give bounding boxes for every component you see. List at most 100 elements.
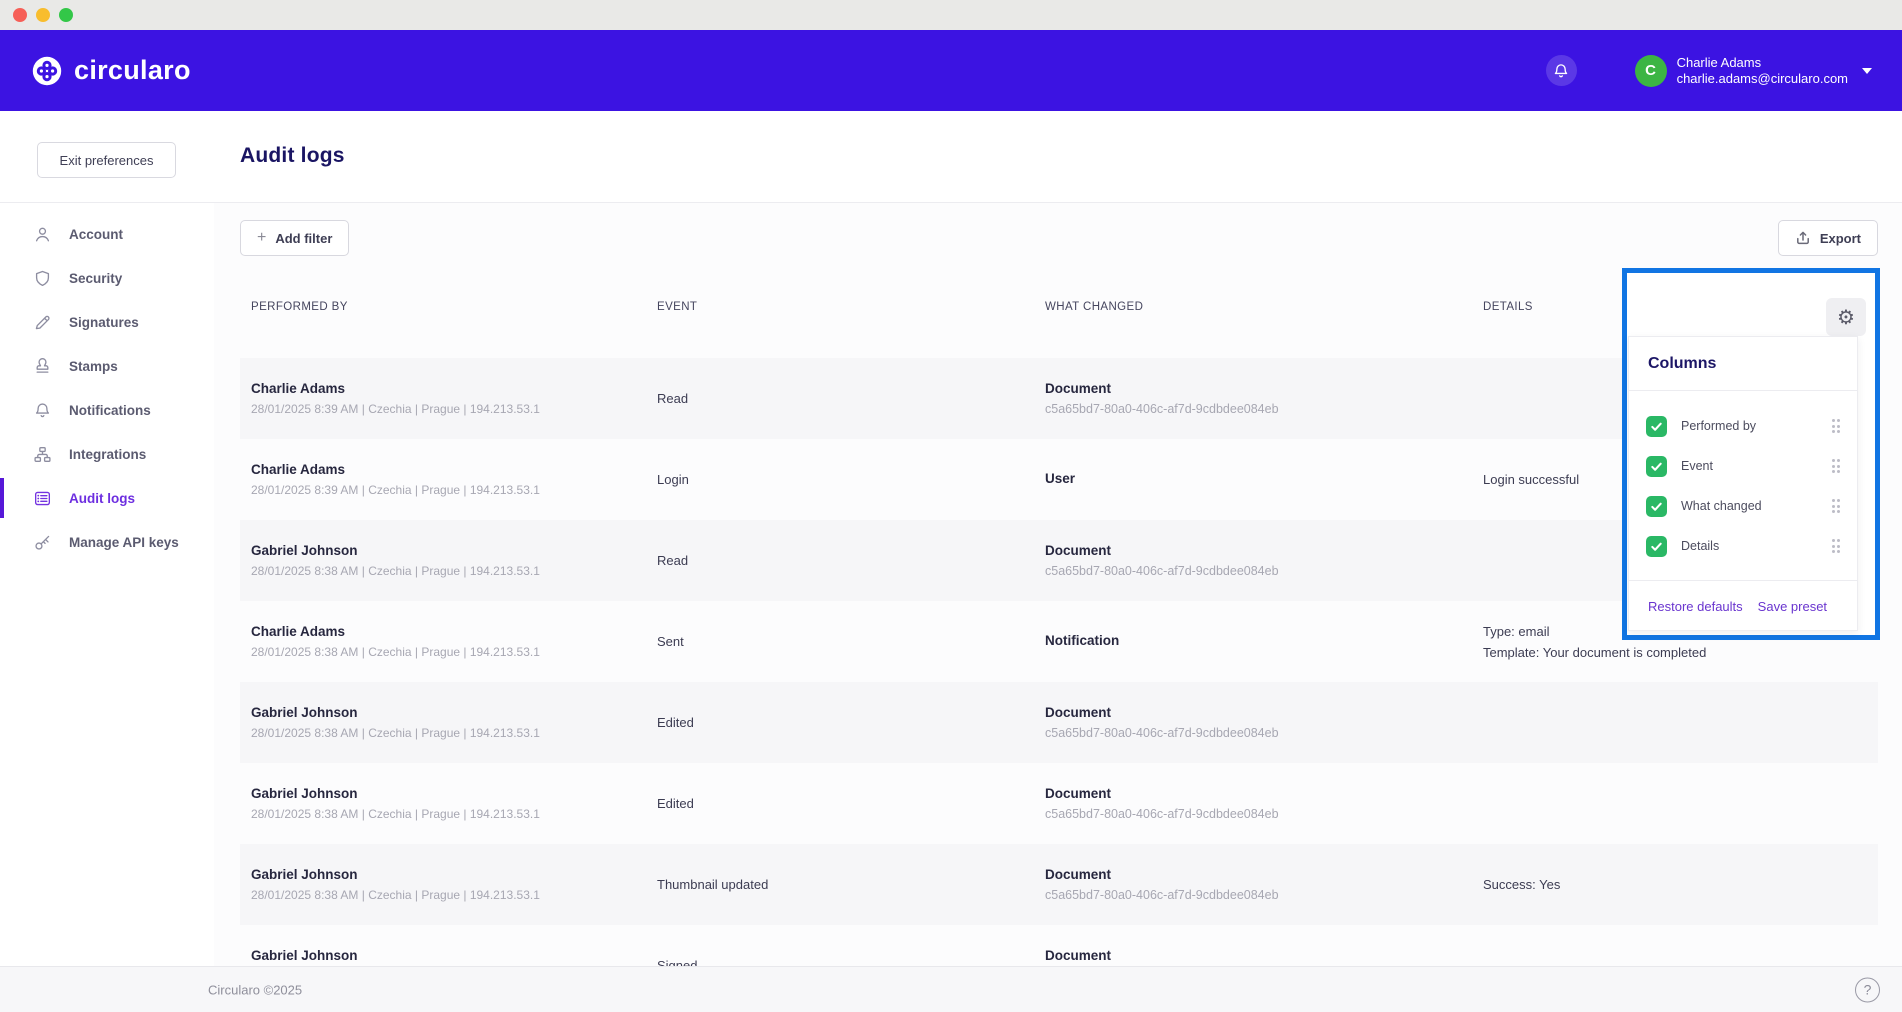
add-filter-label: Add filter — [275, 231, 332, 246]
column-toggle-performed-by: Performed by — [1629, 406, 1857, 446]
bell-icon — [33, 401, 52, 420]
drag-handle-icon[interactable] — [1832, 419, 1841, 433]
column-toggle-event: Event — [1629, 446, 1857, 486]
table-row: Gabriel Johnson 28/01/2025 8:38 AM | Cze… — [240, 763, 1878, 844]
performer-meta: 28/01/2025 8:38 AM | Czechia | Prague | … — [251, 725, 657, 742]
changed-type: Document — [1045, 946, 1480, 965]
column-toggle-details: Details — [1629, 526, 1857, 566]
details-line: Success: Yes — [1483, 874, 1878, 895]
cell-what-changed: Document c5a65bd7-80a0-406c-af7d-9cdbdee… — [1045, 763, 1480, 844]
cell-what-changed: Notification — [1045, 601, 1480, 682]
maximize-window-button[interactable] — [59, 8, 73, 22]
app-header: circularo C Charlie Adams charlie.adams@… — [0, 30, 1902, 111]
cell-what-changed: Document c5a65bd7-80a0-406c-af7d-9cdbdee… — [1045, 682, 1480, 763]
cell-event: Sent — [657, 601, 1045, 682]
minimize-window-button[interactable] — [36, 8, 50, 22]
performer-name: Gabriel Johnson — [251, 946, 657, 965]
performer-meta: 28/01/2025 8:38 AM | Czechia | Prague | … — [251, 563, 657, 580]
sidebar-item-account[interactable]: Account — [0, 212, 214, 256]
sidebar-item-audit-logs[interactable]: Audit logs — [0, 476, 214, 520]
preferences-sidebar: Exit preferences Account Security — [0, 111, 215, 967]
checkbox-checked[interactable] — [1646, 456, 1667, 477]
cell-event: Signed — [657, 925, 1045, 967]
user-info: Charlie Adams charlie.adams@circularo.co… — [1677, 55, 1848, 87]
question-mark-icon: ? — [1864, 982, 1872, 998]
cell-event: Edited — [657, 682, 1045, 763]
performer-name: Gabriel Johnson — [251, 703, 657, 722]
circularo-logo-icon — [32, 56, 62, 86]
cell-what-changed: Document c5a65bd7-80a0-406c-af7d-9cdbdee… — [1045, 358, 1480, 439]
event-label: Edited — [657, 713, 1045, 732]
close-window-button[interactable] — [13, 8, 27, 22]
notifications-bell-button[interactable] — [1546, 55, 1577, 86]
restore-defaults-link[interactable]: Restore defaults — [1648, 599, 1743, 614]
popover-actions: Restore defaults Save preset — [1629, 581, 1857, 632]
column-settings-button[interactable]: ⚙ — [1826, 298, 1866, 336]
details-line: Template: Your document is completed — [1483, 642, 1878, 663]
checkmark-icon — [1650, 420, 1663, 433]
checkbox-checked[interactable] — [1646, 536, 1667, 557]
user-icon — [33, 225, 52, 244]
exit-preferences-button[interactable]: Exit preferences — [37, 142, 176, 178]
performer-name: Gabriel Johnson — [251, 784, 657, 803]
sidebar-item-stamps[interactable]: Stamps — [0, 344, 214, 388]
export-button[interactable]: Export — [1778, 220, 1878, 256]
copyright-text: Circularo ©2025 — [208, 982, 302, 997]
sidebar-item-manage-api-keys[interactable]: Manage API keys — [0, 520, 214, 564]
column-toggle-label: Details — [1681, 539, 1719, 553]
circularo-logo[interactable]: circularo — [32, 55, 191, 86]
sidebar-item-label: Security — [69, 271, 122, 286]
changed-type: Document — [1045, 379, 1480, 398]
sidebar-item-label: Manage API keys — [69, 535, 179, 550]
user-menu[interactable]: C Charlie Adams charlie.adams@circularo.… — [1635, 55, 1872, 87]
column-header-what-changed: WHAT CHANGED — [1045, 301, 1480, 313]
performer-meta: 28/01/2025 8:38 AM | Czechia | Prague | … — [251, 887, 657, 904]
page-header: Audit logs — [214, 111, 1902, 203]
sidebar-item-integrations[interactable]: Integrations — [0, 432, 214, 476]
changed-type: Document — [1045, 784, 1480, 803]
cell-details — [1480, 763, 1878, 844]
drag-handle-icon[interactable] — [1832, 499, 1841, 513]
cell-performed-by: Gabriel Johnson 28/01/2025 8:38 AM | Cze… — [240, 520, 657, 601]
cell-event: Read — [657, 520, 1045, 601]
chevron-down-icon — [1862, 68, 1872, 79]
columns-popover-title: Columns — [1629, 337, 1857, 374]
performer-meta: 28/01/2025 8:39 AM | Czechia | Prague | … — [251, 401, 657, 418]
checkbox-checked[interactable] — [1646, 416, 1667, 437]
event-label: Thumbnail updated — [657, 875, 1045, 894]
sidebar-item-label: Notifications — [69, 403, 151, 418]
changed-type: Document — [1045, 703, 1480, 722]
columns-popover: Columns Performed by Event — [1628, 336, 1858, 631]
event-label: Edited — [657, 794, 1045, 813]
table-row: Gabriel Johnson 28/01/2025 8:38 AM | Cze… — [240, 682, 1878, 763]
save-preset-link[interactable]: Save preset — [1758, 599, 1827, 614]
sidebar-item-label: Audit logs — [69, 491, 135, 506]
column-header-event: EVENT — [657, 301, 1045, 313]
sidebar-item-notifications[interactable]: Notifications — [0, 388, 214, 432]
cell-what-changed: User — [1045, 439, 1480, 520]
drag-handle-icon[interactable] — [1832, 539, 1841, 553]
shield-icon — [33, 269, 52, 288]
drag-handle-icon[interactable] — [1832, 459, 1841, 473]
help-button[interactable]: ? — [1855, 977, 1880, 1002]
cell-what-changed: Document — [1045, 925, 1480, 967]
cell-performed-by: Gabriel Johnson — [240, 925, 657, 967]
toolbar: + Add filter Export — [240, 220, 1878, 256]
cell-details — [1480, 682, 1878, 763]
sidebar-item-label: Integrations — [69, 447, 146, 462]
sidebar-item-signatures[interactable]: Signatures — [0, 300, 214, 344]
cell-performed-by: Charlie Adams 28/01/2025 8:39 AM | Czech… — [240, 358, 657, 439]
changed-id: c5a65bd7-80a0-406c-af7d-9cdbdee084eb — [1045, 887, 1480, 904]
sidebar-item-security[interactable]: Security — [0, 256, 214, 300]
user-name: Charlie Adams — [1677, 55, 1848, 71]
changed-id: c5a65bd7-80a0-406c-af7d-9cdbdee084eb — [1045, 401, 1480, 418]
list-icon — [33, 489, 52, 508]
changed-type: User — [1045, 469, 1480, 488]
checkbox-checked[interactable] — [1646, 496, 1667, 517]
performer-meta: 28/01/2025 8:38 AM | Czechia | Prague | … — [251, 806, 657, 823]
pen-icon — [33, 313, 52, 332]
avatar: C — [1635, 55, 1667, 87]
event-label: Read — [657, 551, 1045, 570]
checkmark-icon — [1650, 500, 1663, 513]
add-filter-button[interactable]: + Add filter — [240, 220, 349, 256]
